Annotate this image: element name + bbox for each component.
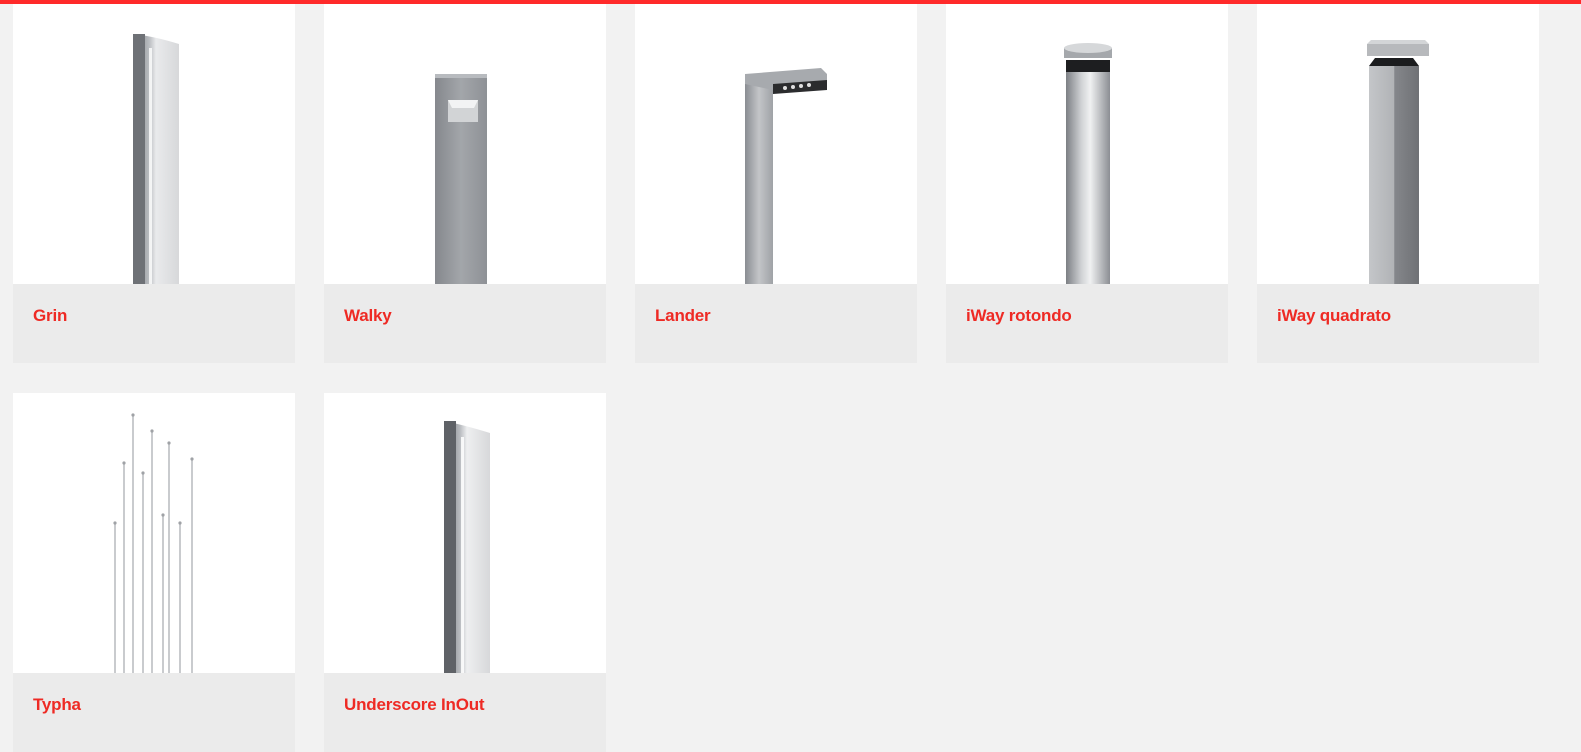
product-card-underscore-inout[interactable]: Underscore InOut [324,393,606,752]
product-name: iWay quadrato [1277,306,1391,325]
product-card-grin[interactable]: Grin [13,4,295,363]
product-label-area: Grin [13,284,295,363]
product-card-lander[interactable]: Lander [635,4,917,363]
l-shaped-bollard-icon [745,68,827,284]
product-card-iway-rotondo[interactable]: iWay rotondo [946,4,1228,363]
product-label-area: iWay quadrato [1257,284,1539,363]
product-card-typha[interactable]: Typha [13,393,295,752]
product-name: Walky [344,306,392,325]
product-image-iway-quadrato [1257,4,1539,284]
product-label-area: Walky [324,284,606,363]
product-label-area: Typha [13,673,295,752]
product-image-grin [13,4,295,284]
square-bollard-recessed-light-icon [435,74,487,284]
product-name: Underscore InOut [344,695,485,714]
product-label-area: Lander [635,284,917,363]
product-image-typha [13,393,295,673]
product-label-area: iWay rotondo [946,284,1228,363]
curved-bollard-icon [133,34,179,284]
product-card-iway-quadrato[interactable]: iWay quadrato [1257,4,1539,363]
curved-bollard-icon [444,421,490,673]
product-label-area: Underscore InOut [324,673,606,752]
product-image-lander [635,4,917,284]
product-name: Grin [33,306,68,325]
product-name: iWay rotondo [966,306,1072,325]
round-bollard-icon [1064,43,1112,284]
square-bollard-icon [1367,40,1429,284]
product-card-walky[interactable]: Walky [324,4,606,363]
product-name: Lander [655,306,711,325]
product-image-iway-rotondo [946,4,1228,284]
thin-stems-light-icon [113,413,194,673]
product-image-underscore-inout [324,393,606,673]
product-image-walky [324,4,606,284]
product-name: Typha [33,695,81,714]
